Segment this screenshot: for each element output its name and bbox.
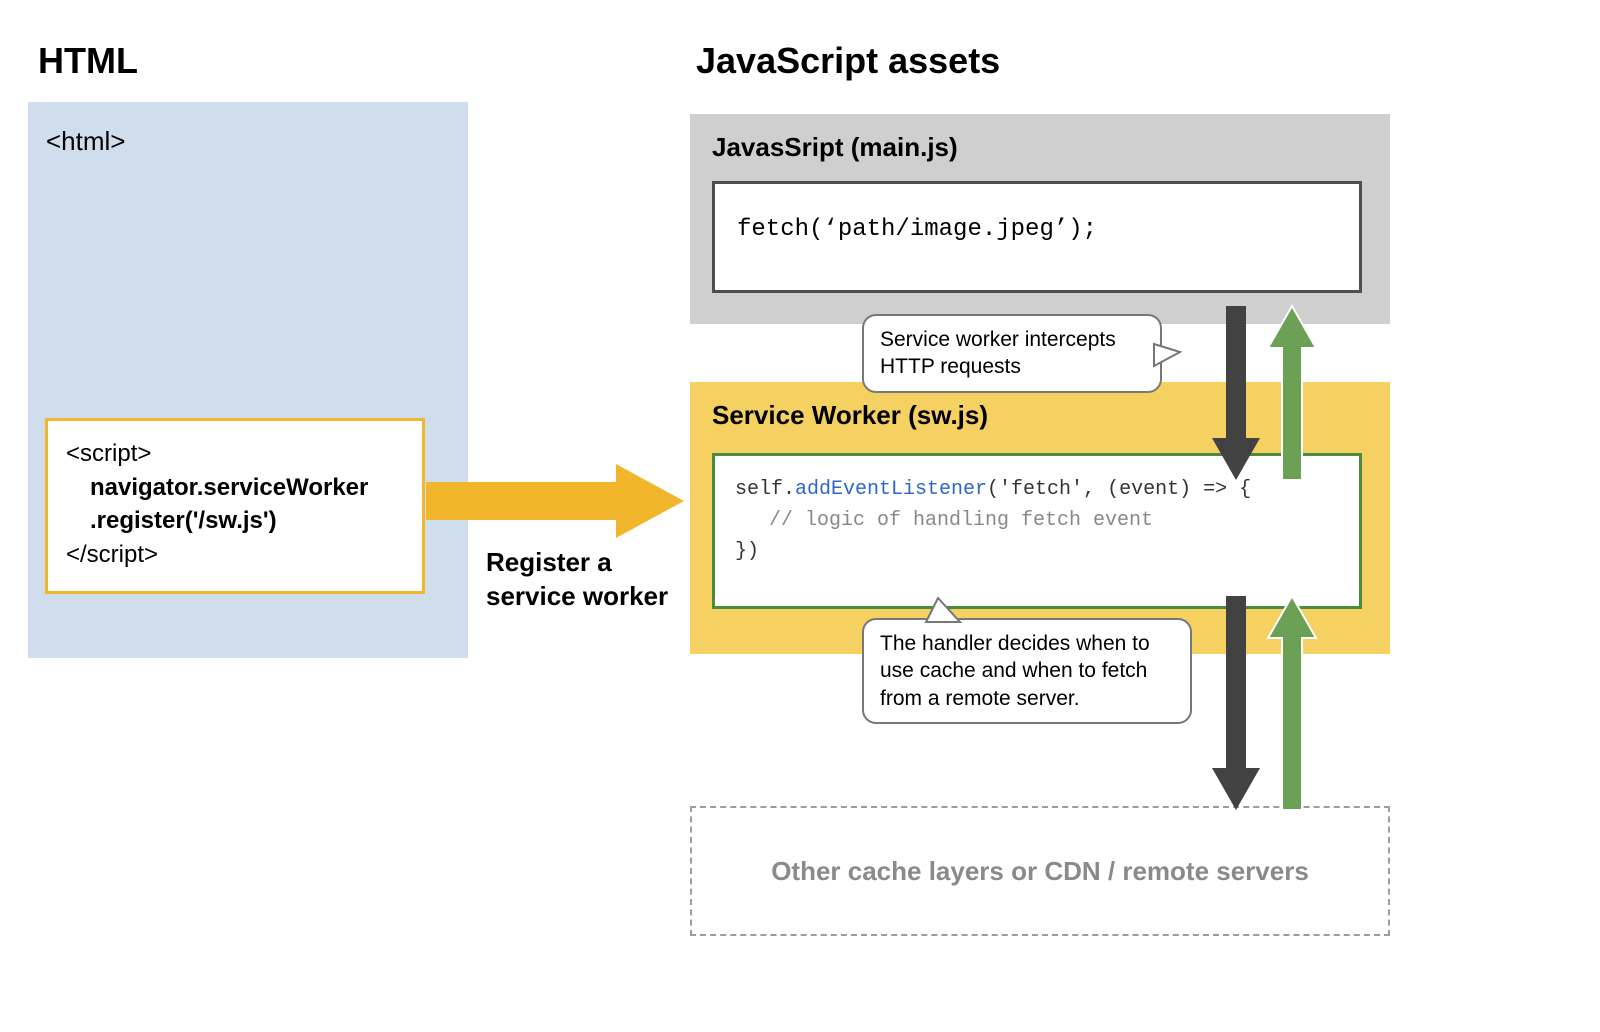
fetch-code-box: fetch(‘path/image.jpeg’); xyxy=(712,181,1362,293)
sw-code-close: }) xyxy=(735,540,759,563)
script-line1: navigator.serviceWorker xyxy=(66,471,404,505)
arrow-up-sw-to-js-icon xyxy=(1268,306,1316,480)
sw-code-box: self.addEventListener('fetch', (event) =… xyxy=(712,453,1362,609)
other-layers-box: Other cache layers or CDN / remote serve… xyxy=(690,806,1390,936)
sw-code-method: addEventListener xyxy=(795,478,987,501)
html-open-tag: <html> xyxy=(46,126,126,157)
register-arrow-icon xyxy=(426,462,684,540)
script-close: </script> xyxy=(66,541,158,568)
sw-code-post: ('fetch', (event) => { xyxy=(987,478,1251,501)
bubble-handler: The handler decides when to use cache an… xyxy=(862,618,1192,724)
bubble-tail-up-icon xyxy=(920,598,964,622)
js-mainjs-title: JavasSript (main.js) xyxy=(712,132,1368,163)
arrow-up-other-to-sw-icon xyxy=(1268,596,1316,810)
bubble-handler-text: The handler decides when to use cache an… xyxy=(880,632,1150,710)
other-layers-label: Other cache layers or CDN / remote serve… xyxy=(771,856,1309,887)
script-code-box: <script> navigator.serviceWorker .regist… xyxy=(45,418,425,594)
arrow-down-sw-to-other-icon xyxy=(1212,596,1260,810)
arrow-down-js-to-sw-icon xyxy=(1212,306,1260,480)
js-mainjs-panel: JavasSript (main.js) fetch(‘path/image.j… xyxy=(690,114,1390,324)
fetch-code-line: fetch(‘path/image.jpeg’); xyxy=(737,216,1097,243)
bubble-intercept: Service worker intercepts HTTP requests xyxy=(862,314,1162,393)
diagram-root: HTML JavaScript assets <html> <script> n… xyxy=(0,0,1600,1032)
script-open: <script> xyxy=(66,440,151,467)
heading-html: HTML xyxy=(38,40,138,82)
heading-js-assets: JavaScript assets xyxy=(696,40,1000,82)
bubble-intercept-text: Service worker intercepts HTTP requests xyxy=(880,328,1116,378)
sw-code-comment: // logic of handling fetch event xyxy=(735,505,1153,536)
bubble-tail-icon xyxy=(1154,340,1180,370)
script-line2: .register('/sw.js') xyxy=(66,504,404,538)
register-arrow-label: Register a service worker xyxy=(486,546,668,614)
sw-code-pre: self. xyxy=(735,478,795,501)
